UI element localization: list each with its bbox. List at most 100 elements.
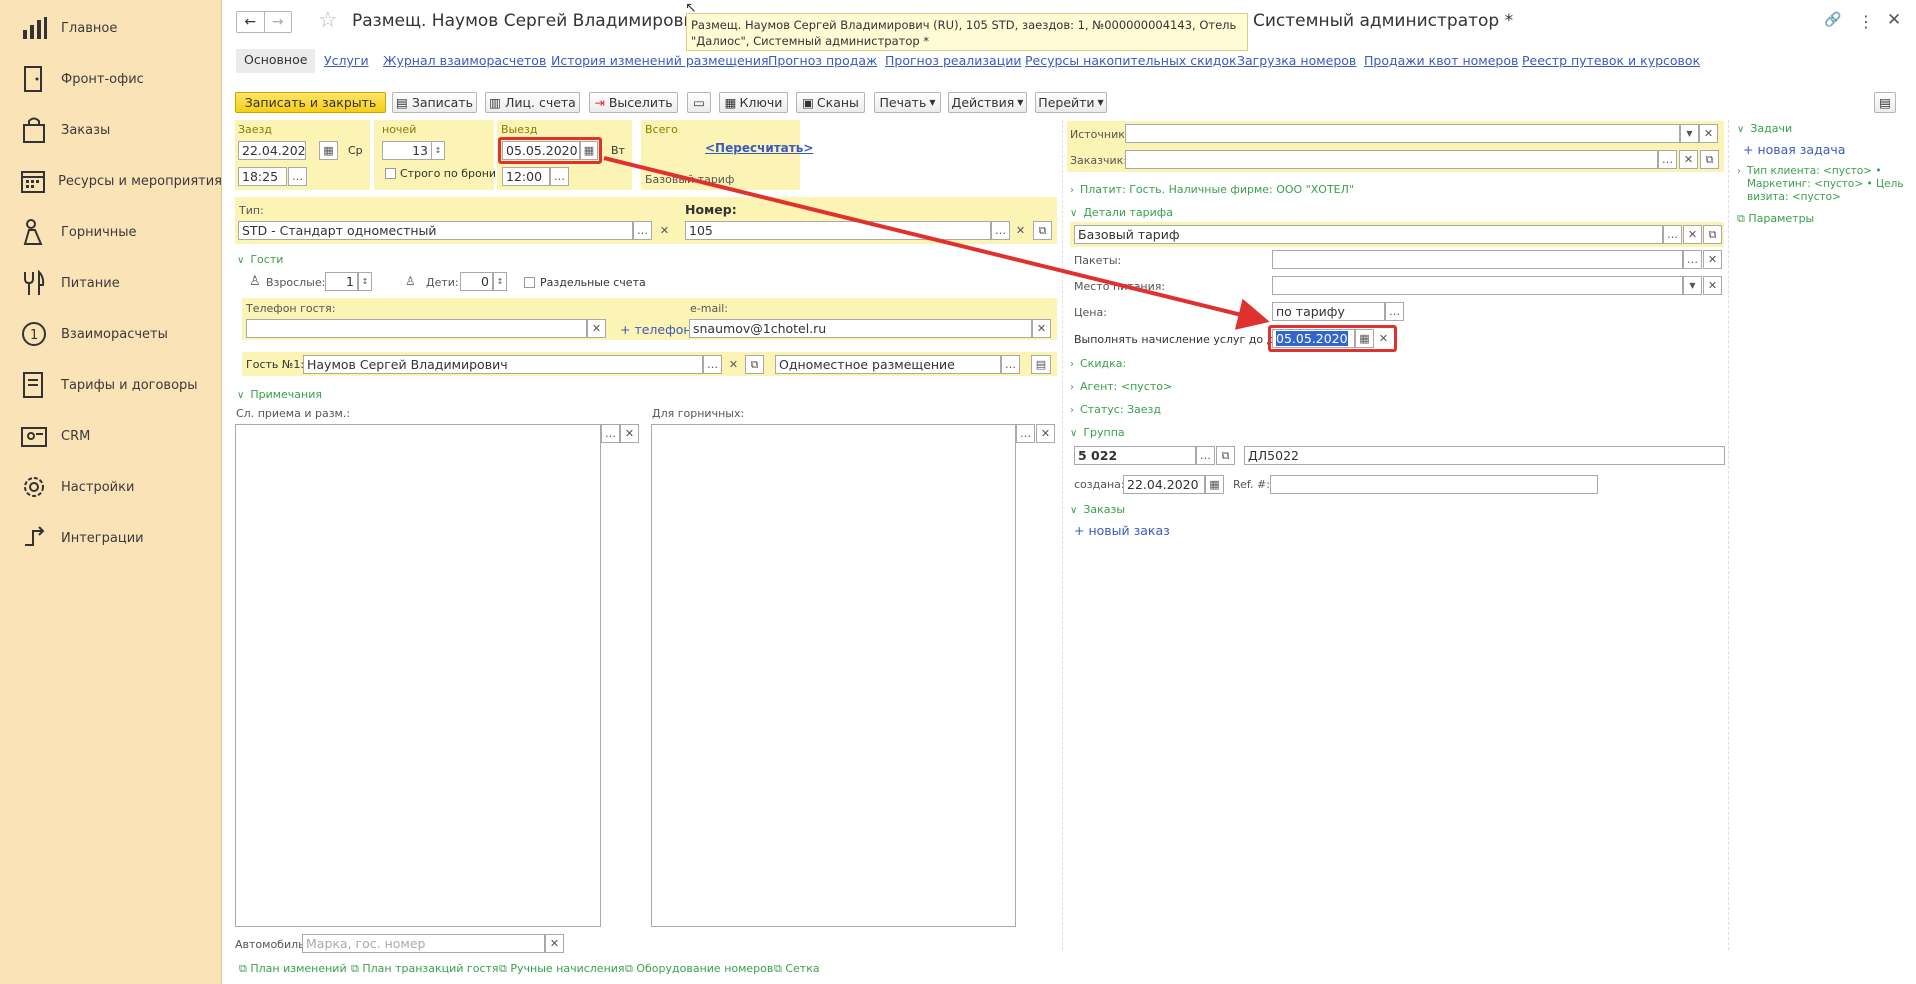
checkout-time-field[interactable]: 12:00 (502, 167, 550, 186)
choose-icon[interactable]: … (1658, 150, 1677, 169)
clear-icon[interactable]: ✕ (1703, 250, 1722, 269)
save-button[interactable]: ▤ Записать (392, 92, 477, 113)
choose-icon[interactable]: … (991, 221, 1010, 240)
source-field[interactable] (1125, 124, 1680, 143)
clear-icon[interactable]: ✕ (1036, 424, 1055, 443)
guest-name-field[interactable]: Наумов Сергей Владимирович (303, 355, 703, 374)
stepper-icon[interactable]: ↕ (493, 272, 507, 291)
open-icon[interactable]: ⧉ (1216, 446, 1235, 465)
clear-icon[interactable]: ✕ (1032, 319, 1051, 338)
clear-icon[interactable]: ✕ (1699, 124, 1718, 143)
sidebar-item-front-office[interactable]: Фронт-офис (0, 54, 222, 104)
room-number-field[interactable]: 105 (685, 221, 991, 240)
client-info-section[interactable]: › Тип клиента: <пусто> • Маркетинг: <пуст… (1737, 165, 1907, 204)
guests-section[interactable]: ∨ Гости (237, 253, 283, 266)
keys-button[interactable]: ▦ Ключи (719, 92, 788, 113)
tab-quota-sales[interactable]: Продажи квот номеров (1364, 53, 1518, 68)
clear-icon[interactable]: ✕ (655, 221, 674, 240)
adults-field[interactable]: 1 (325, 272, 358, 291)
sidebar-item-crm[interactable]: CRM (0, 411, 222, 461)
tab-discount-resources[interactable]: Ресурсы накопительных скидок (1025, 53, 1237, 68)
save-close-button[interactable]: Записать и закрыть (235, 92, 386, 113)
open-icon[interactable]: ⧉ (1703, 225, 1722, 244)
checkout-button[interactable]: ⇥ Выселить (589, 92, 678, 113)
sidebar-item-orders[interactable]: Заказы (0, 105, 222, 155)
form-settings-button[interactable]: ▤ (1874, 92, 1896, 113)
tab-room-load[interactable]: Загрузка номеров (1237, 53, 1356, 68)
clear-icon[interactable]: ✕ (1011, 221, 1030, 240)
choose-icon[interactable]: … (703, 355, 722, 374)
choose-icon[interactable]: … (1663, 225, 1682, 244)
car-field[interactable]: Марка, гос. номер (302, 934, 545, 953)
dropdown-icon[interactable]: ▼ (1680, 124, 1699, 143)
children-field[interactable]: 0 (460, 272, 493, 291)
accounts-button[interactable]: ▥ Лиц. счета (485, 92, 580, 113)
strict-checkbox[interactable] (385, 168, 396, 179)
choose-icon[interactable]: … (633, 221, 652, 240)
sidebar-item-main[interactable]: Главное (0, 3, 222, 53)
tasks-section[interactable]: ∨ Задачи (1737, 122, 1792, 135)
reception-notes-textarea[interactable] (235, 424, 601, 927)
link-icon[interactable]: 🔗 (1824, 12, 1841, 28)
tab-voucher-registry[interactable]: Реестр путевок и курсовок (1522, 53, 1700, 68)
clear-icon[interactable]: ✕ (1703, 276, 1722, 295)
tab-settlements-journal[interactable]: Журнал взаиморасчетов (383, 53, 546, 68)
ref-field[interactable] (1270, 475, 1598, 494)
sidebar-item-integrations[interactable]: Интеграции (0, 513, 222, 563)
calendar-icon[interactable]: ▦ (319, 141, 338, 160)
rate-field[interactable]: Базовый тариф (1074, 225, 1663, 244)
choose-icon[interactable]: … (601, 424, 620, 443)
print-button[interactable]: Печать ▼ (874, 92, 941, 113)
choose-icon[interactable]: … (1385, 302, 1404, 321)
group-number-field[interactable]: 5 022 (1074, 446, 1196, 465)
changes-plan-link[interactable]: ⧉ План изменений (239, 962, 347, 976)
manual-charges-link[interactable]: ⧉ Ручные начисления (499, 962, 625, 976)
discount-section[interactable]: › Скидка: (1070, 357, 1126, 370)
choose-icon[interactable]: … (288, 167, 307, 186)
placement-field[interactable]: Одноместное размещение (775, 355, 1001, 374)
checkin-time-field[interactable]: 18:25 (238, 167, 287, 186)
stepper-icon[interactable]: ↕ (431, 141, 445, 160)
choose-icon[interactable]: … (1683, 250, 1702, 269)
open-icon[interactable]: ⧉ (1033, 221, 1052, 240)
stepper-icon[interactable]: ↕ (358, 272, 372, 291)
calendar-icon[interactable]: ▦ (1205, 475, 1224, 494)
room-type-field[interactable]: STD - Стандарт одноместный (238, 221, 633, 240)
clear-icon[interactable]: ✕ (620, 424, 639, 443)
forward-arrow-icon[interactable]: → (265, 12, 292, 32)
phone-field[interactable] (246, 319, 587, 338)
group-section[interactable]: ∨ Группа (1070, 426, 1125, 439)
meal-field[interactable] (1272, 276, 1683, 295)
sidebar-item-settlements[interactable]: 1 Взаиморасчеты (0, 309, 222, 359)
sidebar-item-settings[interactable]: Настройки (0, 462, 222, 512)
sidebar-item-tariffs[interactable]: Тарифы и договоры (0, 360, 222, 410)
star-icon[interactable]: ☆ (318, 8, 338, 33)
tab-services[interactable]: Услуги (324, 53, 369, 68)
clear-icon[interactable]: ✕ (1679, 150, 1698, 169)
dropdown-icon[interactable]: ▼ (1683, 276, 1702, 295)
status-section[interactable]: › Статус: Заезд (1070, 403, 1161, 416)
sidebar-item-resources[interactable]: Ресурсы и мероприятия (0, 156, 222, 206)
notes-section[interactable]: ∨ Примечания (237, 388, 322, 401)
card-icon[interactable]: ▤ (1031, 355, 1051, 374)
nights-field[interactable]: 13 (382, 141, 432, 160)
tab-realization-forecast[interactable]: Прогноз реализации (885, 53, 1021, 68)
customer-field[interactable] (1125, 150, 1658, 169)
choose-icon[interactable]: … (1016, 424, 1035, 443)
choose-icon[interactable]: … (1196, 446, 1215, 465)
rate-details-section[interactable]: ∨ Детали тарифа (1070, 206, 1173, 219)
checkin-date-field[interactable]: 22.04.2020 (238, 141, 306, 160)
agent-section[interactable]: › Агент: <пусто> (1070, 380, 1172, 393)
price-field[interactable]: по тарифу (1272, 302, 1385, 321)
guest-transactions-link[interactable]: ⧉ План транзакций гостя (351, 962, 499, 976)
back-arrow-icon[interactable]: ← (237, 12, 265, 32)
recalc-link[interactable]: <Пересчитать> (705, 141, 813, 155)
tab-sales-forecast[interactable]: Прогноз продаж (768, 53, 877, 68)
new-task-link[interactable]: + новая задача (1743, 142, 1845, 157)
actions-button[interactable]: Действия ▼ (948, 92, 1027, 113)
close-icon[interactable]: ✕ (1887, 10, 1901, 30)
choose-icon[interactable]: … (550, 167, 569, 186)
goto-button[interactable]: Перейти ▼ (1035, 92, 1107, 113)
email-field[interactable]: snaumov@1chotel.ru (689, 319, 1032, 338)
choose-icon[interactable]: … (1001, 355, 1020, 374)
